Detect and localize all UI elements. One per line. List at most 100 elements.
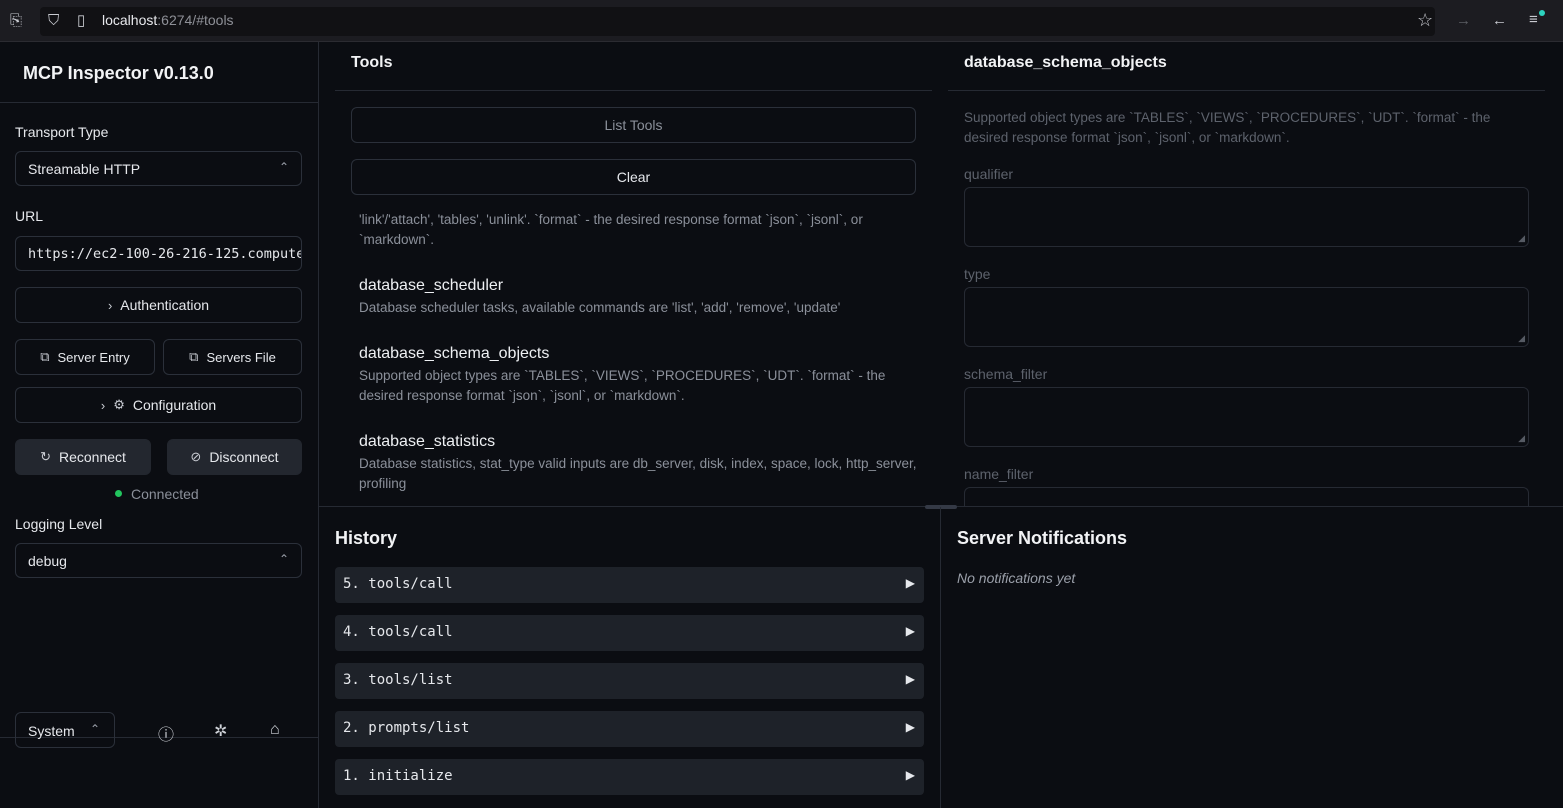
url-label: URL	[15, 208, 44, 224]
qualifier-label: qualifier	[964, 166, 1014, 182]
sidebar-header-divider	[0, 102, 318, 103]
tool-item-database-scheduler[interactable]: database_scheduler	[359, 277, 503, 295]
refresh-icon: ↻	[40, 449, 51, 464]
shield-icon[interactable]: ⛉	[48, 11, 59, 31]
tool-description-partial: 'link'/'attach', 'tables', 'unlink'. `fo…	[359, 212, 863, 247]
address-bar[interactable]	[40, 7, 1435, 36]
server-entry-label: Server Entry	[57, 349, 130, 365]
notifications-empty-text: No notifications yet	[957, 570, 1076, 586]
bookmark-star-icon[interactable]: ☆	[1417, 10, 1433, 30]
resize-grip-icon[interactable]: ◢	[1518, 433, 1525, 444]
history-title: History	[335, 528, 398, 548]
theme-value: System	[28, 723, 75, 739]
disconnect-label: Disconnect	[209, 449, 279, 465]
list-tools-button[interactable]: List Tools	[351, 107, 916, 143]
sidebar-toggle-icon[interactable]: ⎘	[10, 11, 22, 31]
authentication-label: Authentication	[120, 297, 210, 313]
history-item-label: 2. prompts/list	[343, 720, 470, 736]
server-notifications-panel: Server Notifications No notifications ye…	[940, 507, 1563, 808]
expand-arrow-icon: ▶	[905, 768, 915, 782]
history-item[interactable]: 2. prompts/list ▶	[335, 711, 924, 747]
name-filter-label: name_filter	[964, 466, 1034, 482]
url-text[interactable]: localhost:6274/#tools	[102, 12, 234, 28]
history-item-label: 4. tools/call	[343, 624, 453, 640]
detail-header-divider	[948, 90, 1545, 91]
history-item[interactable]: 5. tools/call ▶	[335, 567, 924, 603]
menu-icon[interactable]: ≡	[1529, 10, 1538, 30]
history-panel: History 5. tools/call ▶ 4. tools/call ▶ 3.…	[319, 507, 940, 808]
connection-status: Connected	[115, 486, 199, 502]
notifications-title: Server Notifications	[957, 528, 1128, 548]
type-label: type	[964, 266, 991, 282]
name-filter-input[interactable]	[964, 487, 1529, 506]
gear-icon: ⚙	[113, 397, 125, 412]
unplug-icon: ⊘	[190, 449, 202, 464]
detail-title: database_schema_objects	[964, 54, 1167, 71]
clear-label: Clear	[616, 169, 651, 185]
schema-filter-input[interactable]: ◢	[964, 387, 1529, 447]
forward-icon[interactable]: →	[1456, 11, 1471, 31]
sidebar: MCP Inspector v0.13.0 Transport Type Str…	[0, 42, 319, 808]
expand-arrow-icon: ▶	[905, 672, 915, 686]
url-host: localhost	[102, 12, 158, 28]
transport-type-label: Transport Type	[15, 124, 109, 140]
history-item[interactable]: 3. tools/list ▶	[335, 663, 924, 699]
reconnect-label: Reconnect	[58, 449, 126, 465]
history-item[interactable]: 4. tools/call ▶	[335, 615, 924, 651]
authentication-button[interactable]: › Authentication	[15, 287, 302, 323]
tool-description: Supported object types are `TABLES`, `VI…	[359, 368, 886, 403]
copy-icon: ⧉	[40, 349, 50, 364]
url-input[interactable]: https://ec2-100-26-216-125.compute-1.ama…	[15, 236, 302, 271]
tool-description: Database statistics, stat_type valid inp…	[359, 456, 917, 491]
servers-file-label: Servers File	[206, 349, 276, 365]
url-path: :6274/#tools	[157, 12, 234, 28]
disconnect-button[interactable]: ⊘ Disconnect	[167, 439, 302, 475]
type-input[interactable]: ◢	[964, 287, 1529, 347]
configuration-label: Configuration	[132, 397, 217, 413]
tool-description: Database scheduler tasks, available comm…	[359, 300, 841, 315]
logging-level-select[interactable]: debug ⌃	[15, 543, 302, 578]
chevron-right-icon: ›	[107, 297, 113, 313]
copy-icon: ⧉	[189, 349, 199, 364]
page-icon: ▯	[77, 12, 86, 29]
back-icon[interactable]: ←	[1492, 11, 1507, 31]
tool-item-database-statistics[interactable]: database_statistics	[359, 433, 495, 451]
github-icon[interactable]: ⌂	[270, 721, 280, 739]
chevron-updown-icon: ⌃	[278, 160, 289, 174]
logging-level-label: Logging Level	[15, 516, 103, 532]
transport-type-value: Streamable HTTP	[28, 161, 141, 177]
history-item-label: 1. initialize	[343, 768, 453, 784]
tools-panel: Tools List Tools Clear 'link'/'attach', …	[319, 42, 940, 506]
tool-detail-panel: database_schema_objects Supported object…	[940, 42, 1563, 506]
history-item-label: 5. tools/call	[343, 576, 453, 592]
transport-type-select[interactable]: Streamable HTTP ⌃	[15, 151, 302, 186]
list-tools-label: List Tools	[604, 117, 663, 133]
status-dot-icon	[115, 490, 122, 497]
browser-toolbar: ⎘ ⛉ ▯ localhost:6274/#tools ☆ → ← ≡	[0, 0, 1563, 42]
resize-grip-icon[interactable]: ◢	[1518, 333, 1525, 344]
expand-arrow-icon: ▶	[905, 624, 915, 638]
bug-icon[interactable]: ✲	[214, 721, 227, 741]
theme-select[interactable]: System ⌃	[15, 712, 115, 748]
expand-arrow-icon: ▶	[905, 576, 915, 590]
clear-button[interactable]: Clear	[351, 159, 916, 195]
configuration-button[interactable]: › ⚙ Configuration	[15, 387, 302, 423]
resize-grip-icon[interactable]: ◢	[1518, 233, 1525, 244]
status-text: Connected	[131, 486, 199, 502]
qualifier-input[interactable]: ◢	[964, 187, 1529, 247]
help-icon[interactable]: ⓘ	[158, 721, 174, 745]
history-item[interactable]: 1. initialize ▶	[335, 759, 924, 795]
app-title: MCP Inspector v0.13.0	[23, 63, 214, 83]
chevron-updown-icon: ⌃	[278, 552, 289, 566]
tools-header-divider	[335, 90, 932, 91]
update-dot-icon	[1539, 10, 1545, 16]
servers-file-button[interactable]: ⧉ Servers File	[163, 339, 302, 375]
detail-description: Supported object types are `TABLES`, `VI…	[964, 110, 1491, 145]
expand-arrow-icon: ▶	[905, 720, 915, 734]
server-entry-button[interactable]: ⧉ Server Entry	[15, 339, 155, 375]
reconnect-button[interactable]: ↻ Reconnect	[15, 439, 151, 475]
tool-item-database-schema-objects[interactable]: database_schema_objects	[359, 345, 549, 363]
logging-level-value: debug	[28, 553, 67, 569]
tools-title: Tools	[351, 54, 393, 71]
schema-filter-label: schema_filter	[964, 366, 1048, 382]
